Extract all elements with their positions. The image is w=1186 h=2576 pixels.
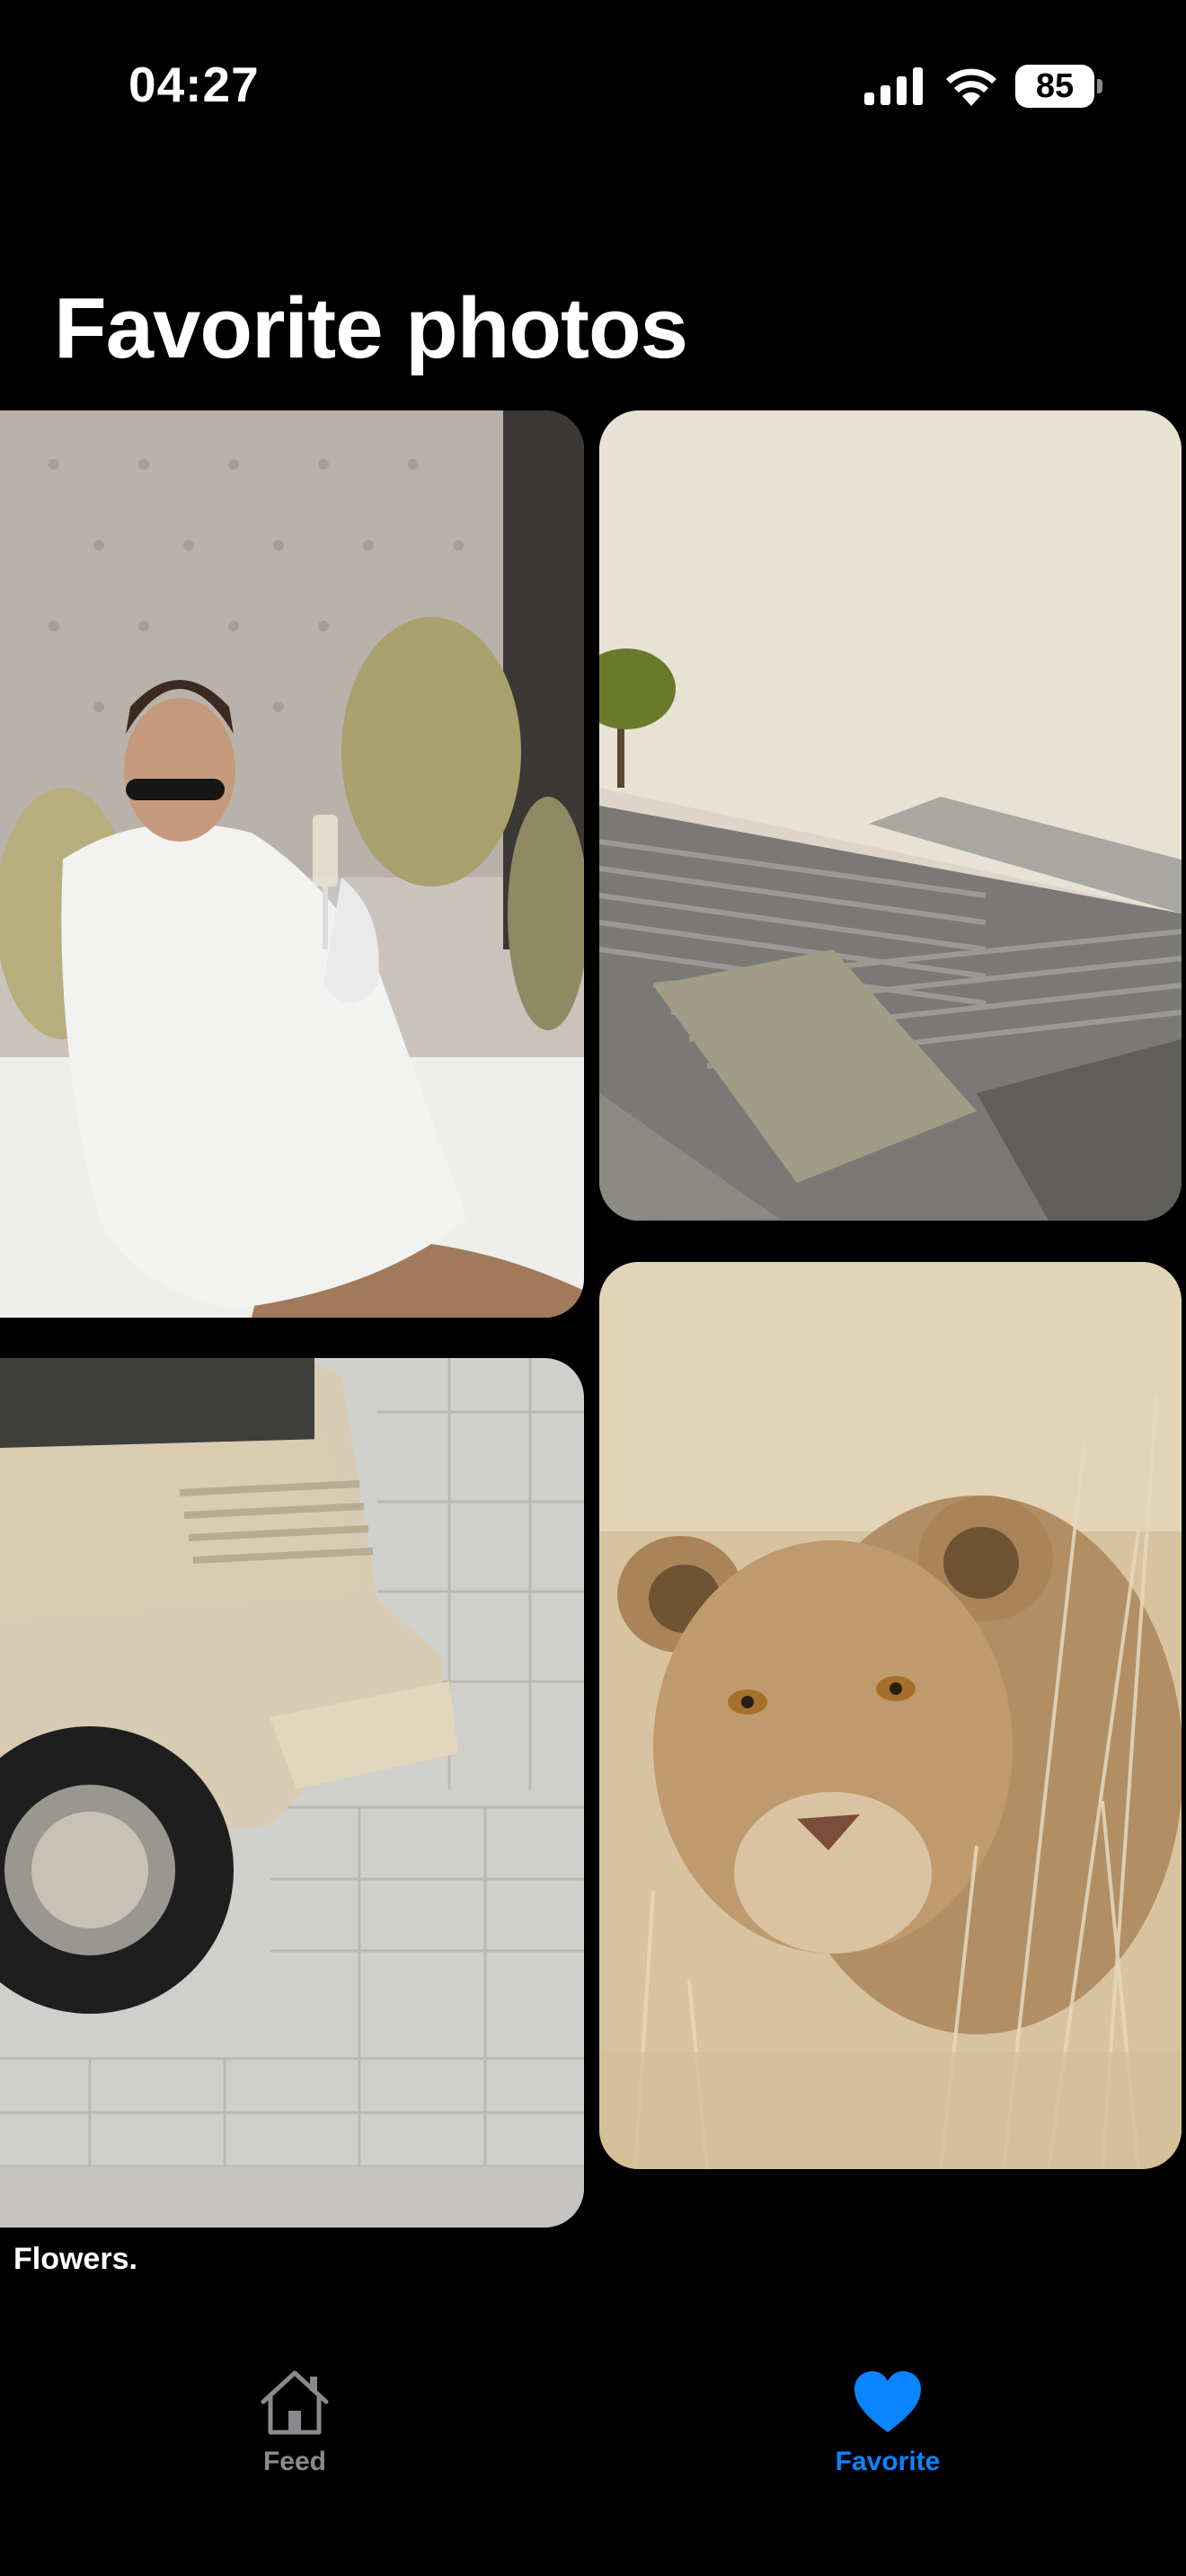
battery-icon: 85 xyxy=(1015,65,1102,108)
signal-icon xyxy=(864,67,923,105)
woman-in-bathrobe-photo[interactable] xyxy=(0,410,584,1318)
lion-cub-photo[interactable] xyxy=(599,1262,1182,2169)
tab-favorite-label: Favorite xyxy=(835,2447,941,2476)
heart-icon xyxy=(854,2371,921,2432)
stairs-architecture-photo[interactable] xyxy=(599,410,1182,1221)
tab-feed-label: Feed xyxy=(262,2447,327,2476)
house-icon xyxy=(261,2370,329,2435)
page-title: Favorite photos xyxy=(54,280,688,376)
vintage-car-photo[interactable] xyxy=(0,1358,584,2228)
status-time: 04:27 xyxy=(128,57,260,112)
status-bar: 04:27 85 xyxy=(0,0,1186,171)
tab-favorite[interactable]: Favorite xyxy=(753,2368,1022,2502)
battery-level: 85 xyxy=(1035,66,1075,105)
wifi-icon xyxy=(946,68,996,106)
photo-caption: Flowers. xyxy=(13,2242,137,2276)
tab-bar: Feed Favorite xyxy=(0,2335,1186,2576)
tab-feed[interactable]: Feed xyxy=(160,2368,429,2502)
